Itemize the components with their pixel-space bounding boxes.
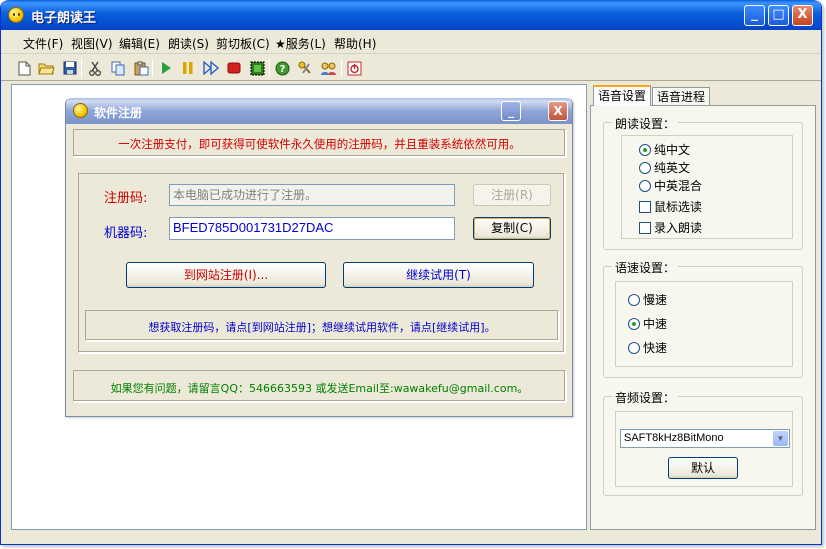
contact-panel: 如果您有问题，请留言QQ：546663593 或发送Email至:wawakef…	[73, 370, 566, 402]
radio-pure-english-label: 纯英文	[654, 161, 691, 175]
radio-fast[interactable]: 快速	[628, 339, 667, 356]
menu-read[interactable]: 朗读(S)	[168, 35, 209, 52]
speed-settings-title: 语速设置：	[612, 259, 679, 276]
tab-voice-process[interactable]: 语音进程	[652, 87, 711, 106]
play-icon[interactable]	[157, 59, 175, 77]
smiley-app-icon	[73, 103, 88, 118]
menu-clipboard[interactable]: 剪切板(C)	[216, 35, 270, 52]
tab-voice-settings[interactable]: 语音设置	[593, 85, 652, 106]
radio-pure-chinese[interactable]: 纯中文	[639, 141, 690, 158]
radio-mixed-label: 中英混合	[654, 179, 703, 193]
open-folder-icon[interactable]	[37, 59, 55, 77]
radio-pure-english-indicator	[639, 161, 651, 174]
fast-forward-icon[interactable]	[202, 59, 220, 77]
radio-medium-indicator	[628, 317, 640, 330]
default-button[interactable]: 默认	[668, 457, 738, 479]
radio-mixed-indicator	[639, 179, 651, 192]
registration-panel: 注册码: 本电脑已成功进行了注册。 注册(R) 机器码: BFED785D001…	[78, 173, 565, 353]
radio-slow-label: 慢速	[643, 293, 668, 307]
hint-panel: 想获取注册码，请点[到网站注册]；想继续试用软件，请点[继续试用]。	[85, 310, 559, 341]
audio-settings-group: 音频设置： SAFT8kHz8BitMono ▼ 默认	[603, 389, 803, 496]
audio-format-value: SAFT8kHz8BitMono	[624, 432, 724, 444]
save-icon[interactable]	[61, 59, 79, 77]
continue-trial-button[interactable]: 继续试用(T)	[343, 262, 534, 288]
radio-fast-label: 快速	[643, 341, 668, 355]
radio-medium-label: 中速	[643, 317, 668, 331]
radio-pure-english[interactable]: 纯英文	[639, 159, 690, 176]
copy-icon[interactable]	[109, 59, 127, 77]
toolbar: ?	[1, 55, 821, 81]
checkbox-input-read-box	[639, 221, 651, 234]
checkbox-input-read[interactable]: 录入朗读	[639, 219, 702, 236]
tab-content: 朗读设置： 纯中文 纯英文 中英混合 鼠标选读 录入朗读 语速设置： 慢速 中速…	[590, 105, 816, 530]
radio-medium[interactable]: 中速	[628, 315, 667, 332]
users-icon[interactable]	[319, 59, 337, 77]
cut-icon[interactable]	[86, 59, 104, 77]
register-button[interactable]: 注册(R)	[473, 184, 551, 206]
record-icon[interactable]	[248, 59, 266, 77]
close-button[interactable]: X	[792, 5, 813, 26]
menu-edit[interactable]: 编辑(E)	[119, 35, 160, 52]
minimize-button[interactable]: _	[744, 5, 765, 26]
reg-code-label: 注册码:	[104, 191, 148, 206]
menu-view[interactable]: 视图(V)	[71, 35, 113, 52]
smiley-app-icon	[8, 7, 24, 23]
audio-settings-title: 音频设置：	[612, 389, 679, 406]
power-icon[interactable]	[345, 59, 363, 77]
contact-text: 如果您有问题，请留言QQ：546663593 或发送Email至:wawakef…	[110, 382, 529, 395]
radio-pure-chinese-indicator	[639, 143, 651, 156]
dialog-title-bar[interactable]: 软件注册 _ X	[66, 98, 572, 124]
dialog-minimize-button[interactable]: _	[501, 101, 521, 121]
menu-file[interactable]: 文件(F)	[23, 35, 63, 52]
radio-fast-indicator	[628, 341, 640, 354]
chevron-down-icon[interactable]: ▼	[773, 431, 788, 446]
notice-text: 一次注册支付，即可获得可使软件永久使用的注册码，并且重装系统依然可用。	[118, 137, 521, 151]
maximize-button[interactable]: □	[768, 5, 789, 26]
machine-code-field[interactable]: BFED785D001731D27DAC	[169, 217, 455, 240]
radio-pure-chinese-label: 纯中文	[654, 143, 691, 157]
speed-settings-group: 语速设置： 慢速 中速 快速	[603, 259, 803, 378]
new-file-icon[interactable]	[15, 59, 33, 77]
dialog-close-button[interactable]: X	[548, 101, 568, 121]
website-register-button[interactable]: 到网站注册(I)...	[126, 262, 326, 288]
help-icon[interactable]: ?	[273, 59, 291, 77]
radio-slow[interactable]: 慢速	[628, 291, 667, 308]
app-title: 电子朗读王	[31, 11, 97, 26]
copy-button[interactable]: 复制(C)	[473, 217, 551, 240]
reading-settings-title: 朗读设置：	[612, 115, 679, 132]
hint-text: 想获取注册码，请点[到网站注册]；想继续试用软件，请点[继续试用]。	[148, 321, 496, 334]
dialog-title: 软件注册	[94, 106, 143, 120]
checkbox-mouse-select-read-box	[639, 200, 651, 213]
reg-code-field[interactable]: 本电脑已成功进行了注册。	[169, 184, 455, 206]
checkbox-input-read-label: 录入朗读	[654, 221, 703, 235]
paste-icon[interactable]	[132, 59, 150, 77]
notice-panel: 一次注册支付，即可获得可使软件永久使用的注册码，并且重装系统依然可用。	[73, 129, 566, 157]
menu-help[interactable]: 帮助(H)	[334, 35, 376, 52]
stop-icon[interactable]	[225, 59, 243, 77]
settings-panel: 语音设置 语音进程 朗读设置： 纯中文 纯英文 中英混合 鼠标选读 录入朗读 语…	[590, 84, 816, 530]
radio-mixed[interactable]: 中英混合	[639, 177, 702, 194]
machine-code-label: 机器码:	[104, 226, 148, 241]
svg-text:?: ?	[279, 64, 285, 75]
radio-slow-indicator	[628, 293, 640, 306]
tools-icon[interactable]	[296, 59, 314, 77]
registration-dialog: 软件注册 _ X 一次注册支付，即可获得可使软件永久使用的注册码，并且重装系统依…	[65, 98, 573, 417]
audio-format-select[interactable]: SAFT8kHz8BitMono ▼	[620, 429, 790, 448]
menu-service[interactable]: ★服务(L)	[275, 35, 326, 52]
menu-bar: 文件(F) 视图(V) 编辑(E) 朗读(S) 剪切板(C) ★服务(L) 帮助…	[1, 30, 821, 54]
checkbox-mouse-select-read-label: 鼠标选读	[654, 200, 703, 214]
reading-settings-group: 朗读设置： 纯中文 纯英文 中英混合 鼠标选读 录入朗读	[603, 115, 803, 250]
checkbox-mouse-select-read[interactable]: 鼠标选读	[639, 198, 702, 215]
pause-icon[interactable]	[179, 59, 197, 77]
title-bar[interactable]: 电子朗读王 _ □ X	[1, 0, 821, 30]
